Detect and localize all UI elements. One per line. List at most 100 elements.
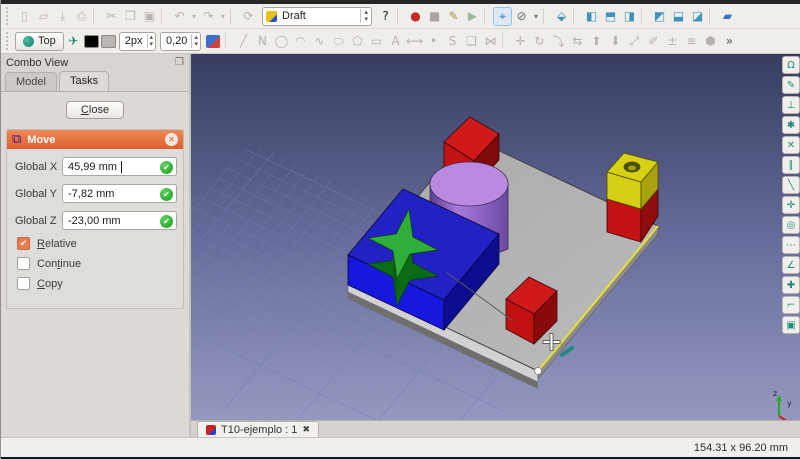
snap-special-button[interactable]: ✚ (782, 276, 800, 294)
refresh-button[interactable]: ⟳ (239, 7, 258, 26)
global-y-field[interactable]: ✔ (62, 184, 177, 203)
snap-intersection-button[interactable]: ✕ (782, 136, 800, 154)
cut-button[interactable]: ✂ (102, 7, 121, 26)
draft-shape-button[interactable]: ⬢ (701, 32, 720, 51)
snap-perpendicular-button[interactable]: ⊥ (782, 96, 800, 114)
global-x-field[interactable]: ✔ (62, 157, 177, 176)
3d-viewport[interactable]: z y x Ω ✎ ⊥ ✱ ✕ ∥ ╲ ✛ ◎ ⋯ ∠ ✚ ⌐ ▣ (191, 54, 800, 420)
snap-dimensions-button[interactable]: ⌐ (782, 296, 800, 314)
close-tab-icon[interactable]: ✖ (302, 424, 310, 435)
draft-rectangle-button[interactable]: ▭ (367, 32, 386, 51)
undo-button[interactable]: ↶ (170, 7, 189, 26)
relative-checkbox[interactable]: ✔ (17, 237, 30, 250)
snap-working-plane-button[interactable]: ▣ (782, 316, 800, 334)
macro-record-button[interactable]: ● (406, 7, 425, 26)
line-width-arrows[interactable]: ▴▾ (147, 34, 154, 48)
macro-run-button[interactable]: ▶ (463, 7, 482, 26)
close-task-button[interactable]: Close (66, 101, 124, 119)
draft-wire-button[interactable]: N (253, 32, 272, 51)
draft-wireframe-button[interactable]: ≡ (682, 32, 701, 51)
workbench-selector[interactable]: Draft ▴▾ (262, 7, 372, 26)
draft-rotate-button[interactable]: ↻ (530, 32, 549, 51)
draft-facebinder-button[interactable]: ❑ (462, 32, 481, 51)
view-axonometric-button[interactable]: ⬙ (552, 7, 571, 26)
valid-check-icon: ✔ (160, 188, 173, 201)
view-rear-button[interactable]: ◩ (650, 7, 669, 26)
view-right-button[interactable]: ◨ (620, 7, 639, 26)
snap-grid-button[interactable]: ✱ (782, 116, 800, 134)
tasks-panel: Close ⧉ Move ✕ Global X ✔ Globa (1, 91, 189, 437)
new-document-button[interactable]: ▯ (15, 7, 34, 26)
undo-dropdown[interactable]: ▾ (189, 7, 199, 26)
global-z-label: Global Z (15, 215, 62, 227)
draft-downgrade-button[interactable]: ⬇ (606, 32, 625, 51)
snap-point-dot (535, 368, 542, 375)
draw-style-dropdown[interactable]: ▾ (531, 7, 541, 26)
snap-lock-button[interactable]: Ω (782, 56, 800, 74)
draft-bezier-button[interactable]: ∿ (310, 32, 329, 51)
line-width-spinbox[interactable]: 2px ▴▾ (119, 32, 156, 51)
line-color-swatch[interactable] (84, 35, 99, 48)
draft-move-button[interactable]: ✛ (511, 32, 530, 51)
copy-checkbox[interactable] (17, 277, 30, 290)
copy-button[interactable]: ❐ (121, 7, 140, 26)
draft-mirror-button[interactable]: ⋈ (481, 32, 500, 51)
measure-tool-button[interactable]: ▰ (718, 7, 737, 26)
zoom-fit-all-button[interactable]: ⌖ (493, 7, 512, 26)
draft-ellipse-button[interactable]: ⬭ (329, 32, 348, 51)
print-button[interactable]: ⎙ (72, 7, 91, 26)
pattern-scale-spinbox[interactable]: 0,20 ▴▾ (160, 32, 201, 51)
draft-upgrade-button[interactable]: ⬆ (587, 32, 606, 51)
macro-edit-button[interactable]: ✎ (444, 7, 463, 26)
redo-dropdown[interactable]: ▾ (218, 7, 228, 26)
snap-extension-button[interactable]: ⋯ (782, 236, 800, 254)
snap-endpoint-button[interactable]: ✎ (782, 76, 800, 94)
view-left-button[interactable]: ◪ (688, 7, 707, 26)
workbench-selector-arrows[interactable]: ▴▾ (360, 9, 368, 23)
tab-model[interactable]: Model (5, 72, 57, 91)
global-z-field[interactable]: ✔ (62, 211, 177, 230)
whats-this-button[interactable]: ? (376, 7, 395, 26)
draft-line-button[interactable]: ╱ (234, 32, 253, 51)
draw-style-button[interactable]: ⊘ (512, 7, 531, 26)
document-tab[interactable]: T10-ejemplo : 1 ✖ (197, 421, 319, 437)
paste-button[interactable]: ▣ (140, 7, 159, 26)
view-bottom-button[interactable]: ⬓ (669, 7, 688, 26)
face-color-swatch[interactable] (101, 35, 116, 48)
toolbar-grip[interactable] (6, 7, 12, 25)
draft-dimension-button[interactable]: ⟷ (405, 32, 424, 51)
move-task-close-icon[interactable]: ✕ (165, 133, 178, 146)
working-plane-button[interactable]: Top (15, 32, 64, 51)
snap-center-button[interactable]: ◎ (782, 216, 800, 234)
save-button[interactable]: ⤓ (53, 7, 72, 26)
float-panel-icon[interactable]: ❐ (175, 57, 184, 68)
draft-trimex-button[interactable]: ⇆ (568, 32, 587, 51)
draft-bspline-button[interactable]: S (443, 32, 462, 51)
toolbar-overflow-button[interactable]: » (720, 32, 739, 51)
autogroup-icon[interactable] (206, 35, 220, 48)
draft-edit-button[interactable]: ✐ (644, 32, 663, 51)
draft-apply-style-button[interactable]: ± (663, 32, 682, 51)
snap-angle-button[interactable]: ∠ (782, 256, 800, 274)
redo-button[interactable]: ↷ (199, 7, 218, 26)
draft-polygon-button[interactable]: ⬠ (348, 32, 367, 51)
3d-scene: z y x (191, 54, 800, 420)
view-top-button[interactable]: ⬒ (601, 7, 620, 26)
set-style-icon[interactable]: ✈ (64, 32, 83, 51)
macro-stop-button[interactable]: ■ (425, 7, 444, 26)
draft-scale-button[interactable]: ⤢ (625, 32, 644, 51)
draft-arc-button[interactable]: ◠ (291, 32, 310, 51)
view-front-button[interactable]: ◧ (582, 7, 601, 26)
snap-ortho-button[interactable]: ✛ (782, 196, 800, 214)
draft-point-button[interactable]: • (424, 32, 443, 51)
draft-offset-button[interactable]: ⤵ (549, 32, 568, 51)
pattern-scale-arrows[interactable]: ▴▾ (191, 34, 198, 48)
snap-parallel-button[interactable]: ∥ (782, 156, 800, 174)
tab-tasks[interactable]: Tasks (59, 71, 109, 91)
toolbar-grip[interactable] (6, 32, 12, 50)
continue-checkbox[interactable] (17, 257, 30, 270)
snap-near-button[interactable]: ╲ (782, 176, 800, 194)
draft-circle-button[interactable]: ◯ (272, 32, 291, 51)
draft-text-button[interactable]: A (386, 32, 405, 51)
open-file-button[interactable]: ▱ (34, 7, 53, 26)
